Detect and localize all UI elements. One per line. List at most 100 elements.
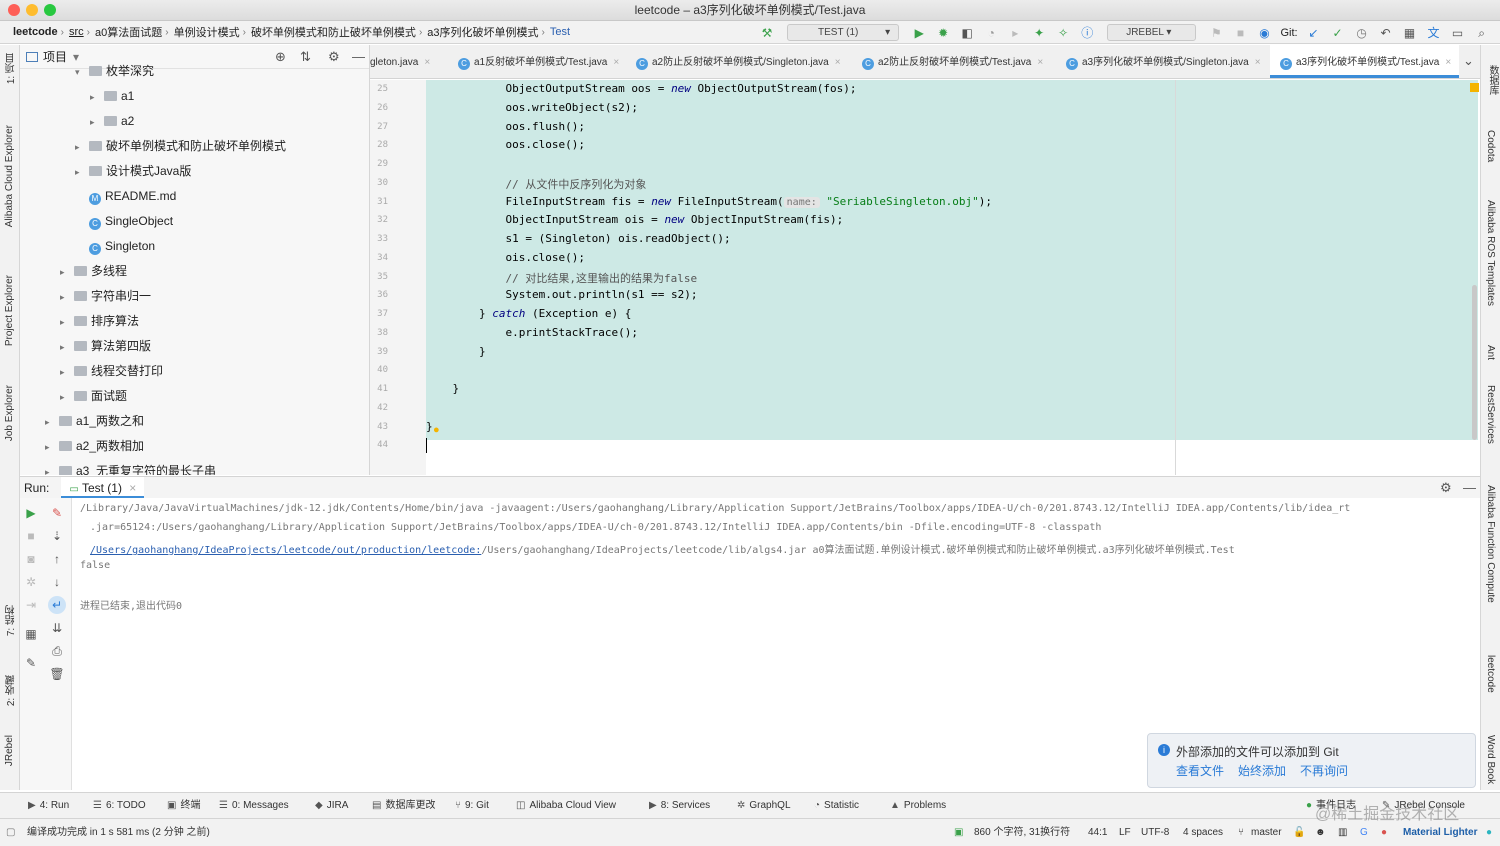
hide-icon[interactable]: — <box>1463 480 1476 495</box>
tree-row-file[interactable]: C SingleObject <box>75 209 173 234</box>
close-icon[interactable]: × <box>1037 57 1043 68</box>
chevron-right-icon[interactable]: ▸ <box>75 160 89 185</box>
tree-row-folder[interactable]: ▸ 排序算法 <box>60 309 139 334</box>
editor-tab[interactable]: Ca2防止反射破坏单例模式/Singleton.java × <box>626 45 849 78</box>
editor-tab[interactable]: gleton.java × <box>370 45 438 78</box>
theme-icon[interactable]: ● <box>1486 819 1492 846</box>
presentation-icon[interactable]: ▭ <box>1450 25 1466 41</box>
word-book-button[interactable]: Word Book <box>1485 735 1496 784</box>
layout-icon[interactable]: ▦ <box>22 625 40 643</box>
tree-row-folder[interactable]: ▸ a2 <box>90 109 134 134</box>
function-compute-button[interactable]: Alibaba Function Compute <box>1485 485 1496 603</box>
editor-tab[interactable]: Ca3序列化破坏单例模式/Singleton.java × <box>1056 45 1269 78</box>
tree-row-file[interactable]: C Singleton <box>75 234 155 259</box>
scroll-end-icon[interactable]: ⇊ <box>48 619 66 637</box>
rest-services-button[interactable]: RestServices <box>1485 385 1496 444</box>
chevron-right-icon[interactable]: ▸ <box>75 135 89 160</box>
chevron-right-icon[interactable]: ▸ <box>60 260 74 285</box>
breadcrumb-item[interactable]: 单例设计模式 <box>169 24 243 40</box>
tool-window-button[interactable]: ▣ 终端 <box>167 793 200 819</box>
close-icon[interactable]: × <box>1255 57 1261 68</box>
run-config-select[interactable]: TEST (1) ▾ <box>787 24 900 41</box>
tree-row-folder[interactable]: ▸ a1_两数之和 <box>45 409 144 434</box>
dont-ask-link[interactable]: 不再询问 <box>1300 762 1348 779</box>
trash-icon[interactable]: 🗑 <box>48 665 66 683</box>
minimize-window-button[interactable] <box>26 4 38 16</box>
build-hammer-icon[interactable]: ⚒ <box>759 25 775 41</box>
tool-window-button[interactable]: ⑂ 9: Git <box>455 793 489 819</box>
stop-icon[interactable]: ▸ <box>1007 25 1023 41</box>
stop-square-icon[interactable]: ■ <box>1232 25 1248 41</box>
exit-icon[interactable]: ⇥ <box>22 596 40 614</box>
jrebel-run-icon[interactable]: ✦ <box>1031 25 1047 41</box>
chevron-right-icon[interactable]: ▸ <box>60 285 74 310</box>
ros-templates-button[interactable]: Alibaba ROS Templates <box>1485 200 1496 306</box>
close-icon[interactable]: × <box>1445 57 1451 68</box>
ant-tool-button[interactable]: Ant <box>1485 345 1496 360</box>
project-panel-title[interactable]: 项目 <box>43 48 67 65</box>
run-tab[interactable]: ▭ Test (1) × <box>61 476 145 499</box>
up-arrow-icon[interactable]: ↑ <box>48 550 66 568</box>
history-icon[interactable]: ◷ <box>1354 25 1370 41</box>
char-count[interactable]: 860 个字符, 31换行符 <box>974 819 1070 846</box>
close-icon[interactable]: × <box>129 481 136 495</box>
tree-row-folder[interactable]: ▸ a1 <box>90 84 134 109</box>
breadcrumb-item[interactable]: a0算法面试题 <box>90 24 165 40</box>
tree-row-folder[interactable]: ▸ 设计模式Java版 <box>75 159 191 184</box>
tool-window-button[interactable]: ◫ Alibaba Cloud View <box>516 793 616 819</box>
print-icon[interactable]: ⎙ <box>48 642 66 660</box>
git-commit-icon[interactable]: ✓ <box>1330 25 1346 41</box>
tree-row-folder[interactable]: ▸ 多线程 <box>60 259 127 284</box>
run-icon[interactable]: ▶ <box>911 25 927 41</box>
close-icon[interactable]: × <box>424 57 430 68</box>
lock-icon[interactable]: 🔓 <box>1293 819 1305 846</box>
codota-tool-button[interactable]: Codota <box>1485 130 1496 162</box>
jrebel-select[interactable]: JREBEL ▾ <box>1107 24 1197 41</box>
chevron-right-icon[interactable]: ▸ <box>60 360 74 385</box>
tree-row-folder[interactable]: ▸ a2_两数相加 <box>45 434 144 459</box>
tool-window-button[interactable]: ▶ 4: Run <box>28 793 69 819</box>
breadcrumb-item[interactable]: 破坏单例模式和防止破坏单例模式 <box>246 24 419 40</box>
project-structure-icon[interactable]: ▦ <box>1402 25 1418 41</box>
git-branch[interactable]: master <box>1251 819 1282 846</box>
jrebel-debug-icon[interactable]: ✧ <box>1055 25 1071 41</box>
structure-tool-button[interactable]: 7: 结构 <box>4 605 19 636</box>
chevron-right-icon[interactable]: ▸ <box>90 85 104 110</box>
tree-row-folder[interactable]: ▸ 破坏单例模式和防止破坏单例模式 <box>75 134 286 159</box>
search-icon[interactable]: ⌕ <box>1474 25 1490 41</box>
info-icon[interactable]: ⓘ <box>1079 25 1095 41</box>
camera-icon[interactable]: ◙ <box>22 550 40 568</box>
line-separator[interactable]: LF <box>1119 819 1131 846</box>
job-explorer-button[interactable]: Job Explorer <box>4 385 15 441</box>
hide-icon[interactable]: — <box>352 49 365 64</box>
tool-window-button[interactable]: ▲ Problems <box>890 793 946 819</box>
tree-row-folder[interactable]: ▸ a3_无重复字符的最长子串 <box>45 459 216 475</box>
chevron-right-icon[interactable]: ▸ <box>45 410 59 435</box>
editor-tab[interactable]: Ca2防止反射破坏单例模式/Test.java × <box>852 45 1051 78</box>
always-add-link[interactable]: 始终添加 <box>1238 762 1286 779</box>
sort-icon[interactable]: ⇣ <box>48 527 66 545</box>
tree-row-file[interactable]: M README.md <box>75 184 176 209</box>
close-window-button[interactable] <box>8 4 20 16</box>
favorites-tool-button[interactable]: 2: 收藏 <box>4 675 19 706</box>
classpath-link[interactable]: /Users/gaohanghang/IdeaProjects/leetcode… <box>90 545 481 556</box>
breadcrumb-item[interactable]: src <box>64 26 87 38</box>
tree-row-folder[interactable]: ▸ 算法第四版 <box>60 334 151 359</box>
locate-icon[interactable]: ⊕ <box>275 49 286 65</box>
status-icon[interactable]: ▢ <box>6 819 15 846</box>
tool-window-button[interactable]: ☰ 0: Messages <box>219 793 289 819</box>
soft-wrap-icon[interactable]: ↵ <box>48 596 66 614</box>
rerun-icon[interactable]: ▶ <box>22 504 40 522</box>
caret-position[interactable]: 44:1 <box>1088 819 1107 846</box>
chevron-down-icon[interactable]: ▾ <box>75 60 89 85</box>
gear-icon[interactable]: ⚙ <box>1440 480 1452 496</box>
translate-icon[interactable]: 文 <box>1426 25 1442 41</box>
chevron-right-icon[interactable]: ▸ <box>60 335 74 360</box>
stop-icon[interactable]: ■ <box>22 527 40 545</box>
alibaba-cloud-explorer-button[interactable]: Alibaba Cloud Explorer <box>4 125 15 227</box>
coverage-icon[interactable]: ◧ <box>959 25 975 41</box>
pin-icon[interactable]: ✎ <box>22 654 40 672</box>
search-everywhere-icon[interactable]: ◉ <box>1256 25 1272 41</box>
jrebel-tool-button[interactable]: JRebel <box>4 735 15 766</box>
chevron-right-icon[interactable]: ▸ <box>60 310 74 335</box>
